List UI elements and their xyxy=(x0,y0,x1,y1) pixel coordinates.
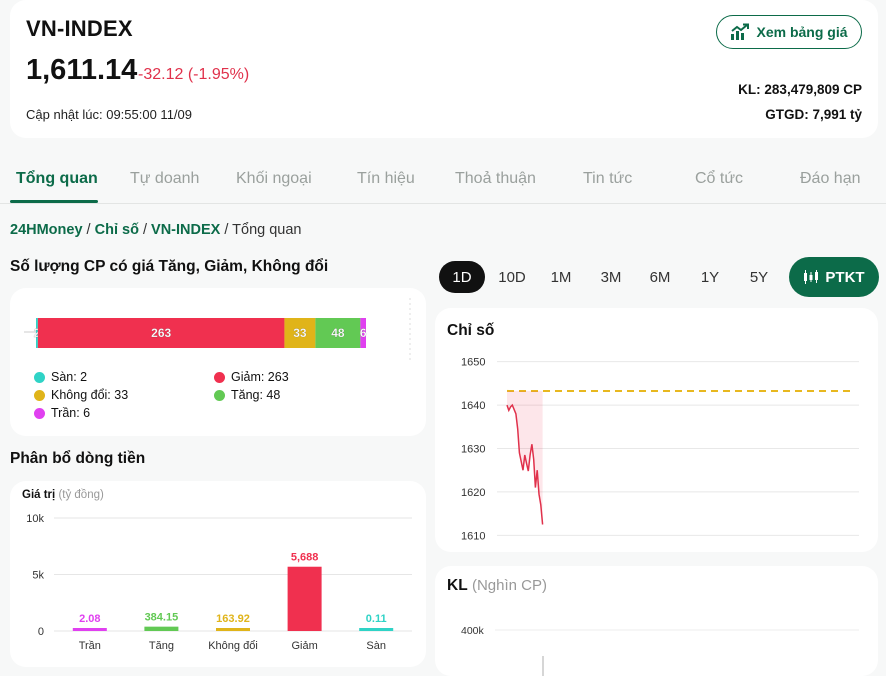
legend-dot xyxy=(34,371,45,383)
legend-item-tang: Tăng: 48 xyxy=(214,388,280,402)
distribution-segment-label: 6 xyxy=(360,326,367,340)
breadcrumb-home[interactable]: 24HMoney xyxy=(10,222,83,238)
range-5y[interactable]: 5Y xyxy=(736,261,782,293)
index-ytick-label: 1610 xyxy=(461,530,485,542)
tab-bar: Tổng quan Tự doanh Khối ngoại Tín hiệu T… xyxy=(0,158,886,204)
flow-bar-1 xyxy=(144,626,179,631)
chart-trend-icon xyxy=(731,23,750,40)
volume-summary: KL: 283,479,809 CP xyxy=(738,82,862,97)
view-price-board-label: Xem bảng giá xyxy=(756,24,848,40)
index-header-card: VN-INDEX 1,611.14 -32.12 (-1.95%) Cập nh… xyxy=(10,0,878,138)
volume-chart: 400k xyxy=(461,625,859,676)
legend-label: Sàn: 2 xyxy=(51,370,88,384)
index-ytick-label: 1640 xyxy=(461,400,485,412)
legend-label: Trần: 6 xyxy=(51,406,91,420)
range-6m[interactable]: 6M xyxy=(637,261,683,293)
volume-tick-label: 400k xyxy=(461,625,485,637)
range-1d[interactable]: 1D xyxy=(439,261,485,293)
distribution-segment-label: 263 xyxy=(151,326,171,340)
tab-proprietary[interactable]: Tự doanh xyxy=(130,170,199,188)
flow-ytick-label: 10k xyxy=(26,513,44,525)
legend-label: Không đổi: 33 xyxy=(51,388,129,402)
flow-ytick-label: 5k xyxy=(32,570,44,582)
active-tab-indicator xyxy=(10,200,98,203)
time-range-selector: 1D 10D 1M 3M 6M 1Y 5Y PTKT xyxy=(437,257,879,297)
range-3m[interactable]: 3M xyxy=(588,261,634,293)
distribution-title: Số lượng CP có giá Tăng, Giảm, Không đổi xyxy=(10,258,329,275)
tab-foreign[interactable]: Khối ngoại xyxy=(236,170,312,188)
distribution-stacked-bar: 2 263 33 48 6 xyxy=(33,318,367,348)
candlestick-icon xyxy=(804,270,819,284)
breadcrumb-current: Tổng quan xyxy=(232,222,302,238)
value-summary: GTGD: 7,991 tỷ xyxy=(765,107,862,122)
flow-category-label: Giảm xyxy=(291,640,317,652)
updated-time: Cập nhật lúc: 09:55:00 11/09 xyxy=(26,107,192,122)
range-10d[interactable]: 10D xyxy=(489,261,535,293)
breadcrumb-section[interactable]: Chỉ số xyxy=(95,222,139,238)
flow-bar-3 xyxy=(287,566,322,631)
flow-category-label: Sàn xyxy=(366,640,386,652)
money-flow-title: Phân bổ dòng tiền xyxy=(10,450,146,467)
distribution-segment-label: 33 xyxy=(293,326,307,340)
index-title: VN-INDEX xyxy=(26,16,133,41)
legend-label: Giảm: 263 xyxy=(231,370,289,384)
index-change: -32.12 (-1.95%) xyxy=(138,66,250,83)
view-price-board-button[interactable]: Xem bảng giá xyxy=(716,15,862,49)
tab-negotiated[interactable]: Thoả thuận xyxy=(455,170,536,188)
flow-bar-value-label: 2.08 xyxy=(79,613,100,625)
tab-maturity[interactable]: Đáo hạn xyxy=(800,170,861,188)
flow-bar-value-label: 5,688 xyxy=(291,552,319,564)
money-flow-chart: 0 5k 10k 2.08 Trần 384.15 Tăng 163.92 Không đổi… xyxy=(26,513,412,652)
technical-analysis-label: PTKT xyxy=(825,268,865,286)
flow-bar-value-label: 384.15 xyxy=(145,612,179,624)
index-ytick-label: 1620 xyxy=(461,487,485,499)
legend-item-tran: Trần: 6 xyxy=(34,406,90,420)
legend-dot xyxy=(34,407,45,419)
legend-dot xyxy=(214,389,225,401)
flow-bar-value-label: 163.92 xyxy=(216,613,250,625)
tab-overview[interactable]: Tổng quan xyxy=(16,170,98,188)
legend-label: Tăng: 48 xyxy=(231,388,281,402)
distribution-segment-label: 48 xyxy=(331,326,345,340)
legend-dot xyxy=(214,371,225,383)
flow-ytick-label: 0 xyxy=(38,626,44,638)
tab-signals[interactable]: Tín hiệu xyxy=(357,170,415,188)
technical-analysis-button[interactable]: PTKT xyxy=(789,257,879,297)
distribution-bar-chart: 2 263 33 48 6 xyxy=(24,298,411,362)
flow-bar-2 xyxy=(216,628,250,631)
flow-category-label: Không đổi xyxy=(208,640,258,652)
volume-chart-card: KL (Nghìn CP) 400k xyxy=(435,566,878,676)
breadcrumb-index[interactable]: VN-INDEX xyxy=(151,222,220,238)
legend-item-khong-doi: Không đổi: 33 xyxy=(34,388,128,402)
money-flow-card: Giá trị (tỷ đồng) 0 5k 10k 2.08 Trần 384.15 T… xyxy=(10,481,426,667)
flow-category-label: Tăng xyxy=(149,640,174,652)
flow-category-label: Trần xyxy=(79,640,101,652)
legend-item-giam: Giảm: 263 xyxy=(214,370,289,384)
index-line-chart: 1610 1620 1630 1640 1650 xyxy=(461,357,859,542)
index-ytick-label: 1630 xyxy=(461,444,485,456)
breadcrumb-separator: / xyxy=(220,222,233,238)
range-1m[interactable]: 1M xyxy=(538,261,584,293)
tab-dividends[interactable]: Cổ tức xyxy=(695,170,743,188)
legend-item-san: Sàn: 2 xyxy=(34,370,87,384)
index-ytick-label: 1650 xyxy=(461,357,485,369)
breadcrumb: 24HMoney / Chỉ số / VN-INDEX / Tổng quan xyxy=(10,222,302,238)
tab-news[interactable]: Tin tức xyxy=(583,170,632,188)
breadcrumb-separator: / xyxy=(138,222,152,238)
breadcrumb-separator: / xyxy=(82,222,95,238)
index-chart-card: Chỉ số 1610 1620 1630 1640 1650 xyxy=(435,308,878,552)
flow-bar-4 xyxy=(359,628,394,631)
distribution-card: 2 263 33 48 6 Sàn: 2 Giảm: 263 Không đổi: 33… xyxy=(10,288,426,436)
flow-bar-value-label: 0.11 xyxy=(366,613,387,625)
range-1y[interactable]: 1Y xyxy=(687,261,733,293)
index-price: 1,611.14 xyxy=(26,54,138,86)
flow-bar-0 xyxy=(72,628,107,631)
legend-dot xyxy=(34,389,45,401)
